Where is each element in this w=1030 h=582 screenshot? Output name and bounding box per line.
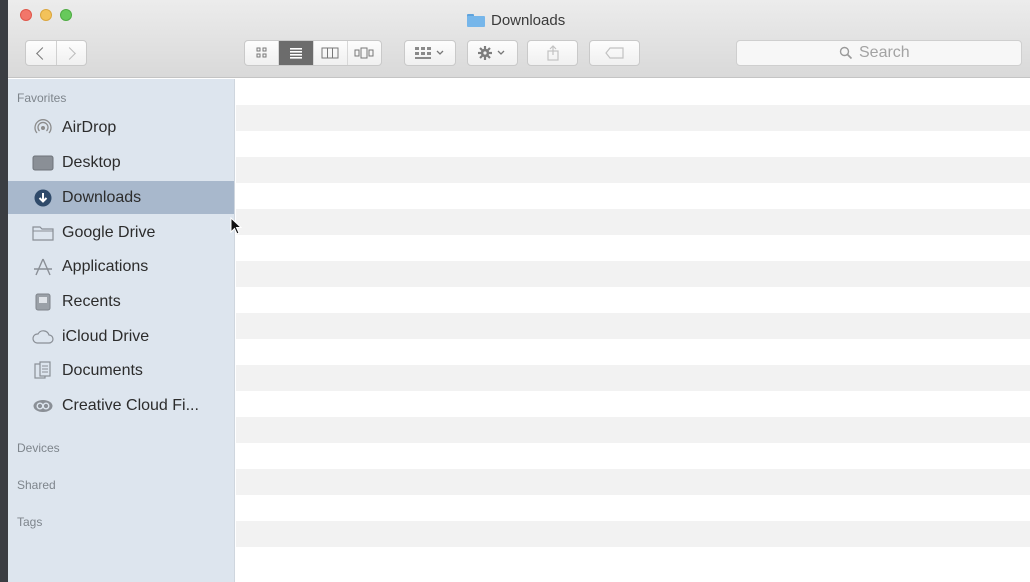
search-icon	[839, 46, 853, 60]
sidebar-item-desktop[interactable]: Desktop	[8, 146, 234, 179]
sidebar-item-label: Desktop	[62, 153, 121, 171]
finder-window: Downloads Search Favorites AirDrop Deskt…	[8, 0, 1030, 582]
list-view-button[interactable]	[278, 41, 313, 65]
sidebar-item-documents[interactable]: Documents	[8, 354, 234, 387]
sidebar-item-label: Google Drive	[62, 223, 156, 241]
sidebar-item-label: Creative Cloud Fi...	[62, 396, 199, 414]
desktop-icon	[32, 153, 54, 173]
sidebar-item-label: Documents	[62, 361, 143, 379]
sidebar-section-favorites: Favorites	[17, 91, 67, 105]
navigation-buttons	[25, 40, 87, 66]
cloud-icon	[32, 327, 54, 347]
file-list[interactable]	[236, 79, 1030, 582]
icon-view-button[interactable]	[245, 41, 278, 65]
list-row	[236, 131, 1030, 157]
sidebar-section-devices[interactable]: Devices	[17, 441, 60, 455]
list-row	[236, 495, 1030, 521]
cover-flow-view-button[interactable]	[346, 41, 381, 65]
recents-icon	[32, 292, 54, 312]
arrange-grid-icon	[415, 47, 444, 59]
list-row	[236, 547, 1030, 573]
sidebar-item-applications[interactable]: Applications	[8, 250, 234, 283]
list-row	[236, 521, 1030, 547]
gear-icon	[477, 46, 504, 60]
icon-view-icon	[256, 47, 267, 58]
cover-flow-icon	[354, 47, 374, 59]
tag-button[interactable]	[589, 40, 640, 66]
minimize-button[interactable]	[40, 9, 52, 21]
list-row	[236, 313, 1030, 339]
sidebar-item-label: Recents	[62, 292, 121, 310]
sidebar-item-google-drive[interactable]: Google Drive	[8, 216, 234, 249]
search-field[interactable]	[736, 40, 1022, 66]
list-row	[236, 391, 1030, 417]
toolbar: Downloads	[8, 0, 1030, 78]
mouse-cursor-icon	[230, 217, 243, 235]
sidebar-section-shared[interactable]: Shared	[17, 478, 56, 492]
sidebar-item-label: Downloads	[62, 188, 142, 206]
sidebar-item-label: Applications	[62, 257, 149, 275]
airdrop-icon	[32, 118, 54, 138]
desktop-edge	[0, 0, 8, 582]
back-button[interactable]	[26, 41, 56, 65]
tag-icon	[604, 47, 624, 59]
downloads-icon	[32, 188, 54, 208]
sidebar-section-tags[interactable]: Tags	[17, 515, 42, 529]
documents-icon	[32, 360, 54, 381]
chevron-right-icon	[62, 46, 76, 60]
list-row	[236, 79, 1030, 105]
list-row	[236, 209, 1030, 235]
column-view-button[interactable]	[312, 41, 347, 65]
list-row	[236, 261, 1030, 287]
window-title: Downloads	[467, 10, 565, 30]
share-button[interactable]	[527, 40, 578, 66]
action-button[interactable]	[467, 40, 518, 66]
folder-icon	[467, 13, 485, 27]
sidebar-item-icloud-drive[interactable]: iCloud Drive	[8, 320, 234, 353]
sidebar: Favorites AirDrop Desktop Downloads Goog…	[8, 79, 235, 582]
list-view-icon	[289, 48, 302, 59]
creative-cloud-icon	[32, 396, 54, 416]
sidebar-item-label: iCloud Drive	[62, 327, 150, 345]
chevron-left-icon	[36, 46, 50, 60]
sidebar-item-recents[interactable]: Recents	[8, 285, 234, 318]
list-row	[236, 105, 1030, 131]
window-title-text: Downloads	[491, 11, 566, 29]
share-icon	[546, 45, 559, 61]
list-row	[236, 339, 1030, 365]
close-button[interactable]	[20, 9, 32, 21]
arrange-button[interactable]	[404, 40, 456, 66]
sidebar-item-downloads[interactable]: Downloads	[8, 181, 234, 214]
list-row	[236, 469, 1030, 495]
list-row	[236, 235, 1030, 261]
column-view-icon	[321, 47, 339, 59]
view-mode-control	[244, 40, 382, 66]
list-row	[236, 443, 1030, 469]
zoom-button[interactable]	[60, 9, 72, 21]
list-row	[236, 287, 1030, 313]
search-input[interactable]	[859, 44, 919, 62]
list-row	[236, 365, 1030, 391]
list-row	[236, 183, 1030, 209]
folder-icon	[32, 223, 54, 243]
sidebar-item-label: AirDrop	[62, 118, 117, 136]
sidebar-item-airdrop[interactable]: AirDrop	[8, 111, 234, 144]
list-row	[236, 157, 1030, 183]
list-row	[236, 417, 1030, 443]
forward-button[interactable]	[55, 41, 87, 65]
applications-icon	[32, 257, 54, 277]
sidebar-item-creative-cloud[interactable]: Creative Cloud Fi...	[8, 389, 234, 422]
